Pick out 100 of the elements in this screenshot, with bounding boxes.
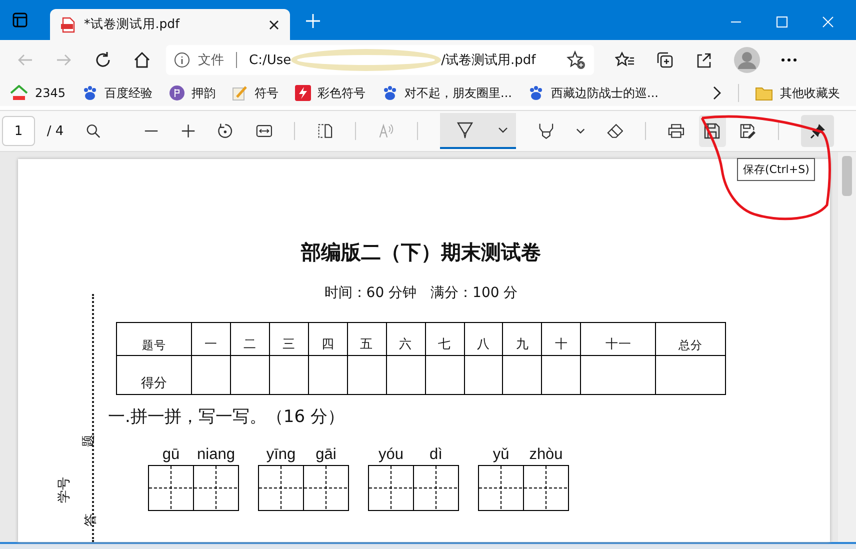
draw-button[interactable]	[440, 113, 516, 149]
zoom-in-icon[interactable]	[180, 123, 196, 139]
table-cell	[386, 356, 426, 394]
page-count: / 4	[46, 124, 64, 138]
bookmark-item[interactable]: 押韵	[168, 84, 216, 102]
scheme-label: 文件	[198, 52, 224, 69]
pin-button[interactable]	[801, 115, 834, 147]
caret-icon[interactable]	[498, 127, 508, 133]
eraser-icon[interactable]	[607, 123, 624, 139]
table-cell: 三	[269, 322, 308, 356]
info-icon[interactable]	[174, 52, 190, 68]
profile-avatar[interactable]	[734, 47, 760, 73]
chevron-right-icon[interactable]	[712, 86, 722, 100]
close-tab-icon[interactable]	[268, 18, 280, 30]
writing-grid	[413, 465, 459, 511]
table-cell: 七	[425, 322, 464, 356]
table-cell: 二	[230, 322, 270, 356]
pin-icon	[810, 123, 826, 139]
share-icon[interactable]	[695, 51, 713, 69]
rotate-icon[interactable]	[217, 122, 234, 140]
writing-grid	[193, 465, 239, 511]
url-text: C:/Use	[249, 52, 292, 68]
pinyin-text: gāi	[316, 446, 336, 464]
print-icon[interactable]	[668, 123, 685, 139]
save-icon	[704, 123, 720, 139]
address-bar[interactable]: 文件 C:/Use /试卷测试用.pdf	[166, 45, 594, 75]
side-label: 题	[80, 434, 98, 448]
writing-grid	[478, 465, 524, 511]
search-icon[interactable]	[86, 123, 100, 139]
pdf-icon	[60, 16, 76, 32]
page-number-field[interactable]: 1	[2, 116, 35, 146]
home-icon[interactable]	[133, 51, 151, 69]
bookmark-item[interactable]: 百度经验	[82, 84, 153, 102]
table-cell	[192, 356, 230, 394]
url-text: /试卷测试用.pdf	[441, 52, 536, 69]
page-view-icon[interactable]	[317, 123, 334, 139]
refresh-icon[interactable]	[94, 51, 112, 69]
maximize-icon[interactable]	[776, 16, 788, 28]
side-label: 答	[82, 514, 100, 526]
table-cell: 得分	[116, 356, 192, 394]
bookmark-item[interactable]: 符号	[232, 84, 279, 102]
scrollbar-thumb[interactable]	[842, 156, 852, 196]
paw-icon	[382, 85, 398, 101]
house-icon	[10, 85, 28, 101]
writing-grid	[368, 465, 414, 511]
table-cell	[464, 356, 503, 394]
fit-width-icon[interactable]	[256, 124, 272, 138]
paw-icon	[82, 85, 98, 101]
tab-actions-icon[interactable]	[12, 12, 28, 28]
caret-icon[interactable]	[576, 128, 586, 134]
highlighter-icon[interactable]	[538, 122, 554, 140]
table-cell	[542, 356, 581, 394]
document-subtitle: 时间：60 分钟 满分：100 分	[323, 284, 519, 302]
table-cell: 六	[386, 322, 426, 356]
table-cell	[656, 356, 726, 394]
table-cell	[347, 356, 386, 394]
writing-grid	[303, 465, 349, 511]
pinyin-text: niang	[197, 446, 235, 464]
pinyin-text: zhòu	[529, 446, 563, 464]
writing-grid	[148, 465, 194, 511]
document-title: 部编版二（下）期末测试卷	[300, 239, 542, 266]
browser-tab[interactable]: *试卷测试用.pdf	[50, 9, 290, 40]
table-cell	[308, 356, 348, 394]
table-cell: 一	[192, 322, 230, 356]
favorites-icon[interactable]	[615, 51, 635, 69]
table-cell: 题号	[116, 322, 192, 356]
bookmark-folder[interactable]: 其他收藏夹	[755, 84, 840, 102]
folder-icon	[755, 86, 773, 100]
table-cell: 五	[347, 322, 386, 356]
bookmark-item[interactable]: 对不起，朋友圈里...	[382, 84, 512, 102]
bookmark-item[interactable]: 2345	[10, 85, 66, 101]
save-as-icon[interactable]	[740, 122, 756, 140]
writing-grid	[523, 465, 569, 511]
pencil-icon	[232, 85, 248, 101]
table-cell	[502, 356, 542, 394]
paw-icon	[528, 85, 544, 101]
table-cell: 十一	[580, 322, 656, 356]
tooltip: 保存(Ctrl+S)	[737, 158, 816, 181]
table-cell: 九	[502, 322, 542, 356]
close-window-icon[interactable]	[822, 16, 834, 28]
table-cell	[425, 356, 464, 394]
pen-icon	[456, 121, 474, 139]
collections-icon[interactable]	[656, 51, 674, 69]
bookmark-item[interactable]: 西藏边防战士的巡...	[528, 84, 658, 102]
section-heading: 一.拼一拼，写一写。（16 分）	[108, 406, 346, 428]
bolt-icon	[294, 85, 311, 101]
table-cell: 八	[464, 322, 503, 356]
circle-icon	[168, 85, 185, 101]
tab-title: *试卷测试用.pdf	[84, 16, 181, 33]
table-cell: 四	[308, 322, 348, 356]
pinyin-text: gū	[162, 446, 180, 464]
pinyin-text: dì	[430, 446, 442, 464]
bookmark-item[interactable]: 彩色符号	[294, 84, 366, 102]
new-tab-icon[interactable]	[306, 14, 320, 28]
table-cell: 十	[542, 322, 581, 356]
pinyin-text: yǔ	[492, 446, 510, 464]
add-favorite-icon[interactable]	[566, 50, 586, 70]
pinyin-text: yīng	[266, 446, 296, 464]
more-icon[interactable]	[781, 58, 797, 62]
writing-grid	[258, 465, 304, 511]
